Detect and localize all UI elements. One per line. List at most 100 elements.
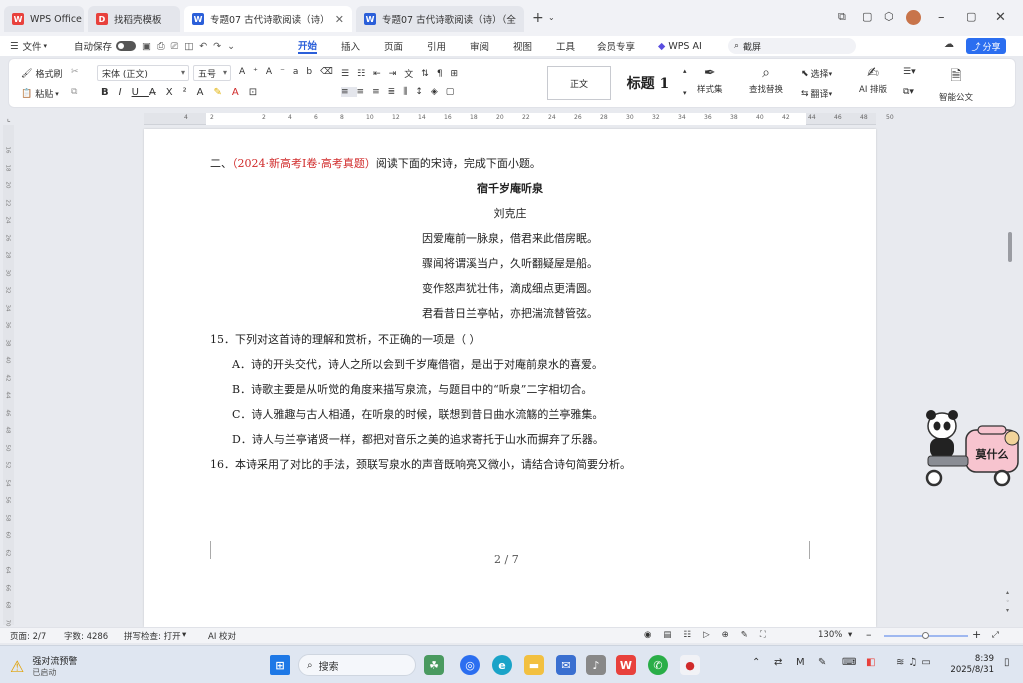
ai-proofread[interactable]: AI 校对 — [208, 630, 236, 642]
document-page[interactable]: 二、（2024·新高考Ⅰ卷·高考真题）阅读下面的宋诗，完成下面小题。 宿千岁庵听… — [144, 129, 876, 627]
font-color-icon[interactable]: A — [232, 87, 249, 98]
smart-doc-button[interactable]: 🗎 智能公文 — [939, 65, 973, 103]
tab-list-chevron-icon[interactable]: ⌄ — [548, 13, 555, 22]
edge-icon[interactable]: e — [492, 655, 512, 675]
keyboard-icon[interactable]: ⌨ — [842, 657, 856, 668]
print-preview-icon[interactable]: ◫ — [184, 41, 199, 52]
align-right-icon[interactable]: ≡ — [372, 87, 388, 97]
tab-wps-ai[interactable]: ◆ WPS AI — [658, 38, 702, 54]
justify-icon[interactable]: ≣ — [388, 87, 404, 97]
tray-app-icon[interactable]: ✎ — [818, 657, 826, 668]
tab-references[interactable]: 引用 — [427, 38, 446, 54]
screenshot-icon[interactable]: ⧉ — [838, 10, 846, 24]
text-tools-icon[interactable]: ☰▾ — [903, 67, 916, 77]
toggle-switch[interactable] — [116, 41, 137, 51]
file-explorer-icon[interactable]: ▬ — [524, 655, 544, 675]
scrollbar-thumb[interactable] — [1008, 232, 1012, 262]
mail-icon[interactable]: ✉ — [556, 655, 576, 675]
translate-button[interactable]: ⇆ 翻译 ▾ — [801, 87, 832, 101]
page-nav-icon[interactable]: ▴ ◦ ▾ — [1006, 588, 1010, 615]
tray-expand-icon[interactable]: ⌃ — [752, 657, 760, 668]
tab-review[interactable]: 审阅 — [470, 38, 489, 54]
strikethrough-icon[interactable]: A̶ — [149, 87, 166, 98]
tray-app-icon[interactable]: ⇄ — [774, 657, 782, 668]
underline-icon[interactable]: U — [132, 87, 149, 98]
style-scroll-down-icon[interactable]: ▾ — [683, 89, 687, 97]
tab-page[interactable]: 页面 — [384, 38, 403, 54]
volume-icon[interactable]: ♫ — [908, 657, 921, 668]
web-view-icon[interactable]: ⊕ — [722, 630, 741, 640]
vertical-ruler[interactable]: 16 18 20 22 24 26 28 30 32 34 36 38 40 42 44 46 48 50 52 54… — [3, 125, 14, 626]
tab-document-2[interactable]: W 专题07 古代诗歌阅读（诗）（全国I — [356, 6, 524, 32]
ai-layout-button[interactable]: ✍ AI 排版 — [859, 65, 887, 95]
tab-home[interactable]: 开始 — [298, 38, 318, 54]
fullscreen-icon[interactable]: ⤢ — [992, 630, 999, 640]
share-button[interactable]: ⤴ 分享 — [966, 38, 1006, 54]
tab-member[interactable]: 会员专享 — [597, 38, 635, 54]
bullet-list-icon[interactable]: ☰ — [341, 69, 357, 79]
undo-icon[interactable]: ↶ — [199, 41, 213, 52]
superscript-icon[interactable]: X² — [166, 87, 197, 98]
read-mode-icon[interactable]: ▷ — [703, 630, 722, 640]
zoom-in-icon[interactable]: + — [972, 628, 981, 641]
ruler-toggle-icon[interactable]: ⌞ — [7, 114, 11, 123]
battery-icon[interactable]: ▭ — [921, 657, 934, 668]
widgets-icon[interactable]: ☘ — [424, 655, 444, 675]
align-left-icon[interactable]: ≡ — [341, 87, 357, 97]
show-marks-icon[interactable]: ¶ — [437, 69, 451, 79]
tab-view[interactable]: 视图 — [513, 38, 532, 54]
zoom-level[interactable]: 130% — [818, 630, 842, 640]
cube-icon[interactable]: ⬡ — [884, 10, 894, 23]
notification-icon[interactable]: ▯ — [1004, 657, 1010, 668]
minimize-icon[interactable]: – — [938, 10, 945, 25]
zoom-slider-knob[interactable] — [922, 632, 929, 639]
cloud-sync-icon[interactable]: ☁ — [944, 39, 954, 50]
network-volume-battery[interactable]: ≋♫▭ — [896, 657, 935, 668]
chevron-down-icon[interactable]: ▾ — [182, 630, 186, 640]
recorder-icon[interactable]: ● — [680, 655, 700, 675]
style-normal[interactable]: 正文 — [547, 66, 611, 100]
spell-check-status[interactable]: 拼写检查: 打开 — [124, 630, 181, 642]
distribute-icon[interactable]: ⫼ — [403, 87, 415, 97]
outline-view-icon[interactable]: ☷ — [683, 630, 703, 640]
export-pdf-icon[interactable]: ⎙ — [157, 41, 171, 52]
taskbar-search[interactable]: ⌕ 搜索 — [298, 654, 416, 676]
print-icon[interactable]: ⎚ — [171, 41, 185, 52]
tab-document-active[interactable]: W 专题07 古代诗歌阅读（诗）（全 ✕ — [184, 6, 352, 32]
word-count[interactable]: 字数: 4286 — [64, 630, 108, 642]
write-mode-icon[interactable]: ✎ — [741, 630, 760, 640]
tray-app-icon[interactable]: M — [796, 657, 805, 668]
numbered-list-icon[interactable]: ☷ — [357, 69, 373, 79]
window-icon[interactable]: ▢ — [862, 10, 872, 23]
clear-format-icon[interactable]: ⌫ — [320, 67, 341, 77]
table-border-icon[interactable]: ⊞ — [451, 69, 467, 79]
cut-icon[interactable]: ✂ — [71, 67, 79, 77]
close-tab-icon[interactable]: ✕ — [335, 13, 344, 26]
vertical-scrollbar[interactable]: ▴ ◦ ▾ — [1005, 128, 1015, 626]
shrink-font-icon[interactable]: A⁻ — [266, 67, 293, 77]
chinese-layout-icon[interactable]: 文 — [404, 67, 421, 80]
find-replace-button[interactable]: ⌕ 查找替换 — [749, 65, 783, 95]
format-painter-button[interactable]: 🖌 格式刷 — [21, 67, 62, 81]
more-chevron-icon[interactable]: ⌄ — [227, 41, 241, 52]
wps-taskbar-icon[interactable]: W — [616, 655, 636, 675]
font-size-select[interactable]: 五号 ▾ — [193, 65, 231, 81]
new-tab-icon[interactable]: + — [532, 10, 544, 26]
highlight-icon[interactable]: ✎ — [213, 87, 231, 98]
style-set-button[interactable]: ✒ 样式集 — [697, 65, 723, 95]
page-status[interactable]: 页面: 2/7 — [10, 630, 46, 642]
phonetic-icon[interactable]: ab — [293, 67, 320, 77]
paste-button[interactable]: 📋 粘贴 ▾ — [21, 87, 59, 101]
tab-docer-templates[interactable]: D 找稻壳模板 — [88, 6, 180, 32]
tab-tools[interactable]: 工具 — [556, 38, 575, 54]
chevron-down-icon[interactable]: ▾ — [848, 630, 852, 640]
file-menu[interactable]: ☰ 文件 ▾ — [10, 38, 47, 54]
style-heading1[interactable]: 标题 1 — [615, 66, 681, 100]
style-scroll-up-icon[interactable]: ▴ — [683, 67, 687, 75]
char-shading-icon[interactable]: ⊡ — [249, 87, 267, 98]
wechat-icon[interactable]: ✆ — [648, 655, 668, 675]
search-input[interactable]: ⌕ 截屏 — [728, 38, 856, 54]
clock[interactable]: 8:39 2025/8/31 — [950, 654, 994, 676]
font-name-select[interactable]: 宋体 (正文) ▾ — [97, 65, 189, 81]
text-effect-icon[interactable]: A — [197, 87, 214, 98]
